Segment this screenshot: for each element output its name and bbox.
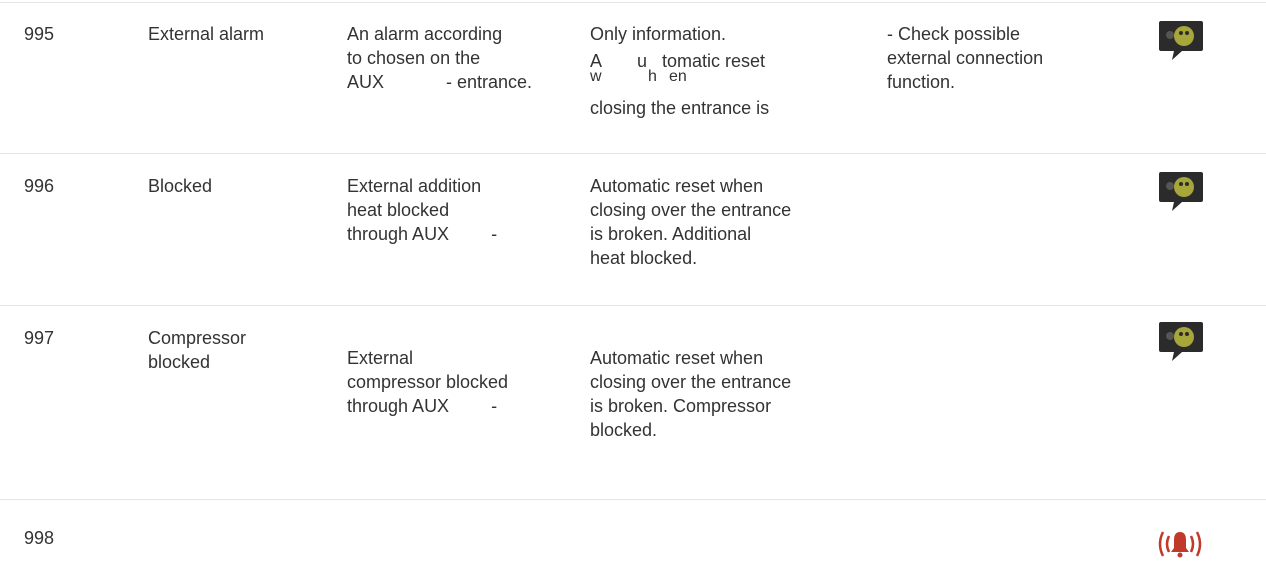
alarm-bell-icon (1155, 528, 1205, 565)
speech-bubble-icon (1158, 19, 1204, 68)
alarm-code: 996 (24, 176, 55, 196)
table-row: 995 External alarm An alarm according to… (0, 0, 1266, 152)
alarm-action: Only information. A u tomatic reset w h … (590, 24, 770, 118)
alarm-action: Automatic reset when closing over the en… (590, 176, 792, 268)
alarm-description: External addition heat blocked through A… (347, 176, 498, 244)
alarm-name: Compressor blocked (148, 328, 247, 372)
alarm-description: An alarm according to chosen on the AUX -… (347, 24, 533, 92)
alarm-code: 998 (24, 528, 55, 548)
alarm-description: External compressor blocked through AUX - (347, 348, 509, 416)
table-row: 997 Compressor blocked External compress… (0, 306, 1266, 498)
table-row: 998 (0, 500, 1266, 570)
table-row: 996 Blocked External addition heat block… (0, 154, 1266, 304)
alarm-fix: - Check possible external connection fun… (887, 24, 1044, 92)
alarm-code: 995 (24, 24, 55, 44)
speech-bubble-icon (1158, 320, 1204, 369)
alarm-code: 997 (24, 328, 55, 348)
alarm-name: Blocked (148, 176, 213, 196)
speech-bubble-icon (1158, 170, 1204, 219)
alarm-name: External alarm (148, 24, 265, 44)
alarm-action: Automatic reset when closing over the en… (590, 348, 792, 440)
